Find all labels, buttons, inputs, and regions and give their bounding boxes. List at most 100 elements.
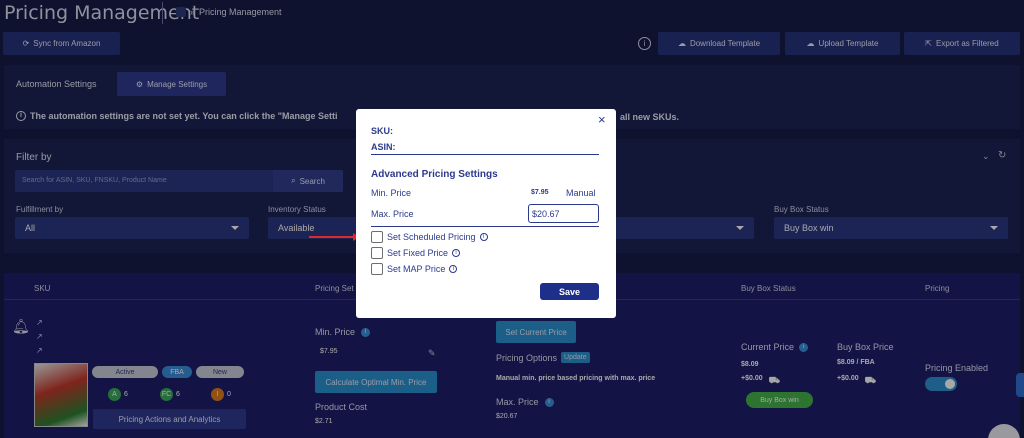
cloud-upload-icon: ☁: [806, 39, 815, 48]
max-price-label: Max. Price i: [496, 397, 554, 407]
fixed-price-option[interactable]: Set Fixed Price i: [371, 247, 461, 259]
side-panel-handle[interactable]: [1016, 373, 1024, 397]
title-divider: [162, 2, 163, 24]
pricing-options: Pricing Options Update: [496, 352, 590, 363]
map-price-checkbox[interactable]: [371, 263, 383, 275]
fc-count: FC 6: [160, 388, 180, 401]
buybox-status-label: Buy Box Status: [774, 205, 829, 214]
pricing-actions-button[interactable]: Pricing Actions and Analytics: [93, 409, 246, 429]
modal-sku-label: SKU:: [371, 126, 393, 136]
pricing-enabled-toggle[interactable]: [925, 377, 957, 391]
breadcrumb: » Pricing Management: [176, 7, 282, 17]
buybox-shipping: +$0.00 ⛟: [837, 375, 876, 385]
download-template-button[interactable]: ☁ Download Template: [658, 32, 780, 55]
info-icon[interactable]: i: [799, 342, 809, 352]
min-price-label: Min. Price i: [315, 327, 371, 337]
scheduled-pricing-option[interactable]: Set Scheduled Pricing i: [371, 231, 488, 243]
caret-down-icon: [990, 226, 998, 230]
filter-title: Filter by: [16, 152, 52, 163]
scheduled-pricing-checkbox[interactable]: [371, 231, 383, 243]
map-price-option[interactable]: Set MAP Price i: [371, 263, 458, 275]
search-input[interactable]: Search for ASIN, SKU, FNSKU, Product Nam…: [15, 170, 273, 192]
fulfillment-select[interactable]: All: [15, 217, 249, 239]
external-link-icon[interactable]: ↗: [36, 330, 43, 344]
info-icon[interactable]: i: [449, 265, 458, 273]
modal-min-price-label: Min. Price: [371, 188, 412, 198]
manage-settings-button[interactable]: ⚙ Manage Settings: [117, 72, 226, 96]
caret-down-icon: [736, 226, 744, 230]
notice-info-icon: i: [16, 111, 26, 121]
chevron-down-icon[interactable]: ⌄: [982, 151, 990, 162]
col-header-pricing: Pricing: [925, 284, 950, 293]
inventory-status-label: Inventory Status: [268, 205, 326, 214]
max-price-value: $20.67: [496, 413, 518, 420]
max-price-input[interactable]: $20.67: [528, 204, 599, 223]
current-price-label: Current Price i: [741, 342, 809, 352]
info-icon[interactable]: i: [638, 37, 651, 50]
caret-down-icon: [231, 226, 239, 230]
sync-from-amazon-button[interactable]: ⟳ Sync from Amazon: [3, 32, 120, 55]
modal-divider: [371, 226, 599, 227]
breadcrumb-separator: »: [190, 7, 196, 17]
modal-max-price-label: Max. Price: [371, 209, 414, 219]
buybox-status-select[interactable]: Buy Box win: [774, 217, 1008, 239]
pricing-mode-text: Manual min. price based pricing with max…: [496, 375, 656, 382]
fixed-price-checkbox[interactable]: [371, 247, 383, 259]
home-icon[interactable]: [176, 7, 186, 17]
advanced-settings-title: Advanced Pricing Settings: [371, 169, 498, 180]
breadcrumb-current[interactable]: Pricing Management: [199, 7, 282, 17]
update-badge[interactable]: Update: [561, 352, 590, 363]
product-image[interactable]: [34, 363, 88, 427]
external-link-icon[interactable]: ↗: [36, 316, 43, 330]
gear-icon: ⚙: [135, 79, 144, 89]
fba-badge: FBA: [162, 366, 192, 378]
info-icon[interactable]: i: [452, 249, 461, 257]
upload-template-button[interactable]: ☁ Upload Template: [785, 32, 900, 55]
modal-min-price-value: $7.95: [531, 189, 549, 196]
search-button[interactable]: ⌕ Search: [273, 170, 343, 192]
col-header-pricing-settings: Pricing Set: [315, 284, 354, 293]
buybox-price-label: Buy Box Price: [837, 342, 894, 352]
automation-notice: i The automation settings are not set ye…: [16, 111, 338, 121]
info-icon[interactable]: i: [544, 397, 554, 407]
info-icon[interactable]: i: [479, 233, 488, 241]
bell-icon[interactable]: 🔔︎: [12, 318, 30, 335]
refresh-icon[interactable]: ↻: [998, 150, 1006, 161]
advanced-pricing-modal: × SKU: ASIN: Advanced Pricing Settings M…: [356, 109, 616, 318]
export-icon: ⇱: [925, 39, 932, 48]
truck-icon: ⛟: [864, 375, 876, 385]
cloud-download-icon: ☁: [677, 39, 686, 48]
external-links: ↗ ↗ ↗: [36, 316, 43, 358]
external-link-icon[interactable]: ↗: [36, 344, 43, 358]
search-icon: ⌕: [291, 176, 296, 185]
info-icon[interactable]: i: [361, 327, 371, 337]
modal-divider: [371, 154, 599, 155]
buybox-price-value: $8.09 / FBA: [837, 359, 875, 366]
col-header-buybox-status: Buy Box Status: [741, 284, 796, 293]
save-button[interactable]: Save: [540, 283, 599, 300]
edit-pencil-icon[interactable]: ✎: [428, 348, 436, 359]
toggle-knob: [945, 379, 955, 389]
export-as-filtered-button[interactable]: ⇱ Export as Filtered: [904, 32, 1020, 55]
automation-notice-end: all new SKUs.: [620, 112, 680, 122]
min-price-mode: Manual: [566, 188, 596, 198]
sync-icon: ⟳: [22, 39, 30, 48]
close-icon[interactable]: ×: [598, 112, 606, 127]
current-price-value: $8.09: [741, 361, 759, 368]
set-current-price-button[interactable]: Set Current Price: [496, 321, 576, 343]
current-shipping: +$0.00 ⛟: [741, 375, 780, 385]
product-cost-label: Product Cost: [315, 402, 368, 412]
min-price-value: $7.95: [320, 348, 338, 355]
inbound-count: I0: [211, 388, 231, 401]
calculate-min-price-button[interactable]: Calculate Optimal Min. Price: [315, 371, 437, 393]
page-title: Pricing Management: [4, 2, 200, 24]
fulfillment-label: Fulfillment by: [16, 205, 64, 214]
status-badge: Active: [92, 366, 158, 378]
buybox-win-badge: Buy Box win: [746, 392, 813, 408]
modal-asin-label: ASIN:: [371, 142, 396, 152]
available-count: A6: [108, 388, 128, 401]
condition-badge: New: [196, 366, 244, 378]
product-cost-value: $2.71: [315, 418, 333, 425]
col-header-sku: SKU: [34, 284, 51, 293]
automation-settings-label: Automation Settings: [16, 79, 97, 89]
